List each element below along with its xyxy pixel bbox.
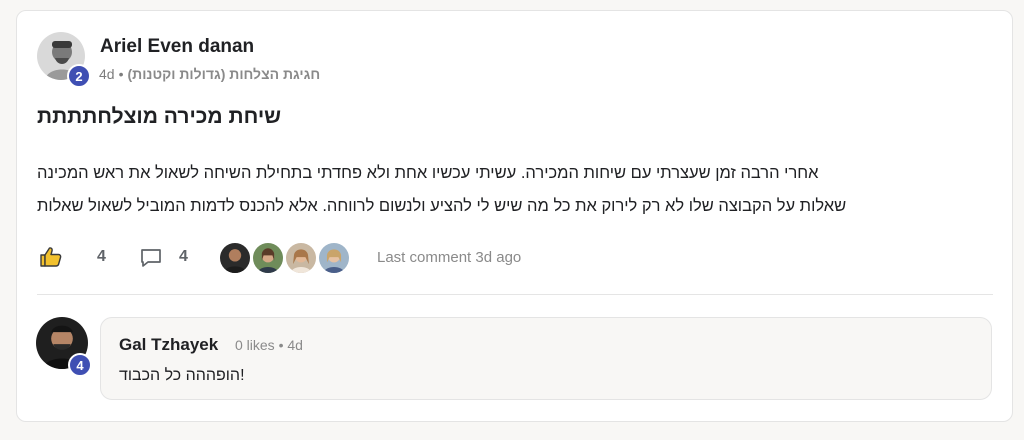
author-level-badge: 2 bbox=[67, 64, 91, 88]
post-title[interactable]: שיחת מכירה מוצלחתתתת bbox=[37, 105, 281, 129]
commenter-avatar[interactable] bbox=[284, 241, 318, 275]
commenter-avatar[interactable] bbox=[251, 241, 285, 275]
comment-bubble: Gal Tzhayek 0 likes • 4d הופההה כל הכבוד… bbox=[100, 317, 992, 400]
author-name[interactable]: Ariel Even danan bbox=[100, 36, 254, 58]
thumbs-up-icon[interactable] bbox=[39, 245, 63, 269]
post-body-line: שאלות על הקבוצה שלו לא רק לירוק את כל מה… bbox=[37, 197, 847, 215]
like-count[interactable]: 4 bbox=[97, 248, 106, 266]
post-card: 2 Ariel Even danan 4d • חגיגת הצלחות (גד… bbox=[16, 10, 1013, 422]
commenter-avatar[interactable] bbox=[218, 241, 252, 275]
last-comment-time[interactable]: Last comment 3d ago bbox=[377, 249, 521, 266]
comment-author-level-badge: 4 bbox=[68, 353, 92, 377]
post-actions: 4 4 Last comment 3d ago bbox=[37, 239, 737, 275]
post-meta: 4d • חגיגת הצלחות (גדולות וקטנות) bbox=[99, 66, 320, 82]
author-avatar-wrap[interactable]: 2 bbox=[37, 32, 91, 88]
comment-count[interactable]: 4 bbox=[179, 248, 188, 266]
commenter-avatar-wrap[interactable]: 4 bbox=[36, 317, 92, 377]
comment-meta[interactable]: 0 likes • 4d bbox=[235, 337, 303, 353]
meta-separator: • bbox=[118, 66, 124, 82]
comment-icon[interactable] bbox=[139, 246, 163, 270]
post-body-line: אחרי הרבה זמן שעצרתי עם שיחות המכירה. עש… bbox=[37, 164, 819, 182]
commenter-avatar[interactable] bbox=[317, 241, 351, 275]
post-category[interactable]: חגיגת הצלחות (גדולות וקטנות) bbox=[127, 66, 320, 82]
post-time[interactable]: 4d bbox=[99, 66, 115, 82]
divider bbox=[37, 294, 993, 295]
commenter-avatars[interactable] bbox=[218, 241, 351, 275]
post-body: אחרי הרבה זמן שעצרתי עם שיחות המכירה. עש… bbox=[37, 157, 994, 223]
comment-text: הופההה כל הכבוד! bbox=[119, 367, 245, 384]
comment-author-name[interactable]: Gal Tzhayek bbox=[119, 335, 218, 355]
